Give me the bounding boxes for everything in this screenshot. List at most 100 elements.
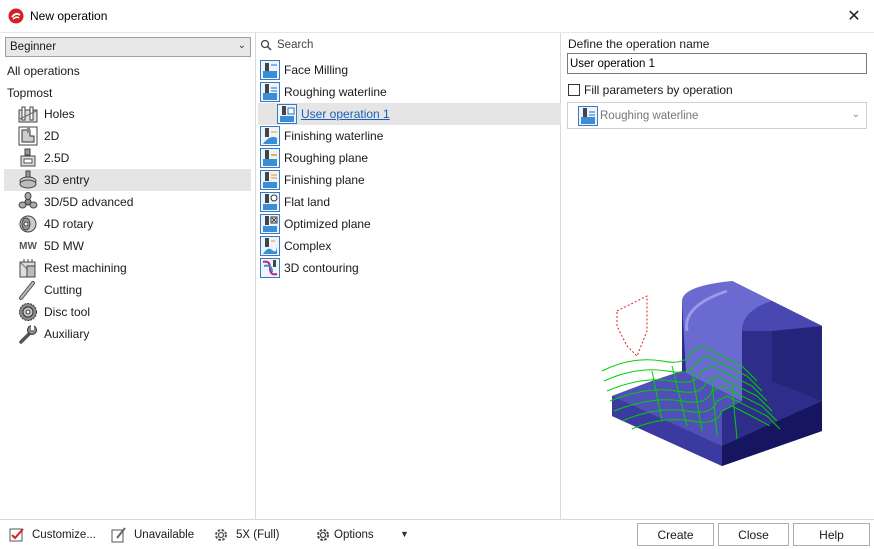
roughing-plane-icon: [260, 148, 280, 168]
options-dropdown-icon[interactable]: ▼: [400, 529, 409, 539]
customize-label: Customize...: [32, 529, 96, 541]
face-milling-icon: [260, 60, 280, 80]
category-label: 3D/5D advanced: [44, 195, 134, 209]
operation-label: Complex: [284, 239, 332, 253]
app-logo-icon: [8, 8, 24, 24]
gear-icon: [212, 526, 230, 544]
category-label: Disc tool: [44, 305, 91, 319]
unavailable-button[interactable]: Unavailable: [110, 525, 194, 545]
unavailable-label: Unavailable: [134, 529, 195, 541]
search-box[interactable]: Search: [260, 37, 313, 53]
holes-icon: [18, 104, 38, 124]
category-3d-entry[interactable]: 3D entry: [4, 169, 251, 191]
source-operation-select: Roughing waterline ⌄: [567, 102, 867, 129]
operation-item[interactable]: Optimized plane: [258, 213, 561, 235]
category-label: 2.5D: [44, 151, 70, 165]
operation-item[interactable]: 3D contouring: [258, 257, 561, 279]
cutting-icon: [18, 280, 38, 300]
category-holes[interactable]: Holes: [4, 103, 251, 125]
operation-label: 3D contouring: [284, 261, 359, 275]
4d-rotary-icon: [18, 214, 38, 234]
operation-item[interactable]: User operation 1: [258, 103, 561, 125]
category-5d-mw[interactable]: MW 5D MW: [4, 235, 251, 257]
category-label: 5D MW: [44, 239, 84, 253]
category-label: 4D rotary: [44, 217, 94, 231]
gear-icon: [314, 526, 332, 544]
title-bar: New operation ✕: [0, 0, 874, 32]
close-icon[interactable]: ✕: [844, 6, 864, 26]
operation-item[interactable]: Finishing waterline: [258, 125, 561, 147]
part-preview-image: [601, 281, 822, 466]
2d-icon: [18, 126, 38, 146]
operation-details-pane: Define the operation name Fill parameter…: [562, 33, 874, 519]
operation-label: Roughing waterline: [284, 85, 387, 99]
operation-label: Finishing plane: [284, 173, 365, 187]
search-label: Search: [277, 39, 314, 51]
rest-machining-icon: [18, 258, 38, 278]
optimized-plane-icon: [260, 214, 280, 234]
operation-item[interactable]: Roughing waterline: [258, 81, 561, 103]
disc-tool-icon: [18, 302, 38, 322]
finishing-waterline-icon: [260, 126, 280, 146]
operation-name-input[interactable]: [567, 53, 867, 74]
topmost-item[interactable]: Topmost: [7, 86, 52, 100]
5d-mw-icon: MW: [19, 240, 37, 252]
close-button[interactable]: Close: [718, 523, 789, 546]
category-disc-tool[interactable]: Disc tool: [4, 301, 251, 323]
category-3d-5d-advanced[interactable]: 3D/5D advanced: [4, 191, 251, 213]
operation-item[interactable]: Flat land: [258, 191, 561, 213]
category-label: Auxiliary: [44, 327, 90, 341]
operation-label[interactable]: User operation 1: [301, 107, 390, 121]
customize-icon: [8, 526, 26, 544]
category-cutting[interactable]: Cutting: [4, 279, 251, 301]
fill-params-label: Fill parameters by operation: [584, 83, 733, 97]
category-4d-rotary[interactable]: 4D rotary: [4, 213, 251, 235]
category-label: 2D: [44, 129, 60, 143]
flat-land-icon: [260, 192, 280, 212]
customize-button[interactable]: Customize...: [8, 525, 96, 545]
operation-label: Roughing plane: [284, 151, 369, 165]
category-pane: Beginner ⌄ All operations Topmost Holes …: [0, 33, 256, 519]
search-icon: [260, 39, 272, 51]
footer-bar: Customize... Unavailable 5X (Full) Optio…: [0, 519, 874, 549]
level-select-value: Beginner: [10, 41, 57, 53]
window-title: New operation: [30, 9, 108, 23]
2-5d-icon: [18, 148, 38, 168]
source-operation-value: Roughing waterline: [600, 109, 699, 122]
category-label: Rest machining: [44, 261, 127, 275]
fill-params-checkbox[interactable]: Fill parameters by operation: [568, 83, 733, 97]
unavailable-icon: [110, 526, 128, 544]
category-label: 3D entry: [44, 173, 90, 187]
user-operation-icon: [277, 104, 297, 124]
operation-name-label: Define the operation name: [568, 37, 710, 51]
3d-contouring-icon: [260, 258, 280, 278]
complex-icon: [260, 236, 280, 256]
help-button[interactable]: Help: [793, 523, 870, 546]
machine-mode-button[interactable]: 5X (Full): [212, 525, 279, 545]
operation-item[interactable]: Finishing plane: [258, 169, 561, 191]
category-rest-machining[interactable]: Rest machining: [4, 257, 251, 279]
options-button[interactable]: Options: [314, 525, 374, 545]
roughing-waterline-icon: [578, 105, 598, 126]
options-label: Options: [334, 529, 374, 541]
category-label: Holes: [44, 107, 75, 121]
operation-item[interactable]: Roughing plane: [258, 147, 561, 169]
all-operations-item[interactable]: All operations: [7, 64, 80, 78]
3d-entry-icon: [18, 170, 38, 190]
operation-item[interactable]: Face Milling: [258, 59, 561, 81]
operations-pane: Search Face Milling Roughing waterline Use…: [257, 33, 561, 519]
category-2d[interactable]: 2D: [4, 125, 251, 147]
category-auxiliary[interactable]: Auxiliary: [4, 323, 251, 345]
checkbox-box[interactable]: [568, 84, 580, 96]
3d-5d-advanced-icon: [18, 192, 38, 212]
roughing-waterline-icon: [260, 82, 280, 102]
category-2-5d[interactable]: 2.5D: [4, 147, 251, 169]
auxiliary-icon: [18, 324, 38, 344]
finishing-plane-icon: [260, 170, 280, 190]
create-button[interactable]: Create: [637, 523, 714, 546]
operation-item[interactable]: Complex: [258, 235, 561, 257]
level-select[interactable]: Beginner ⌄: [5, 37, 251, 57]
chevron-down-icon: ⌄: [851, 109, 860, 120]
operation-label: Face Milling: [284, 63, 349, 77]
category-label: Cutting: [44, 283, 83, 297]
